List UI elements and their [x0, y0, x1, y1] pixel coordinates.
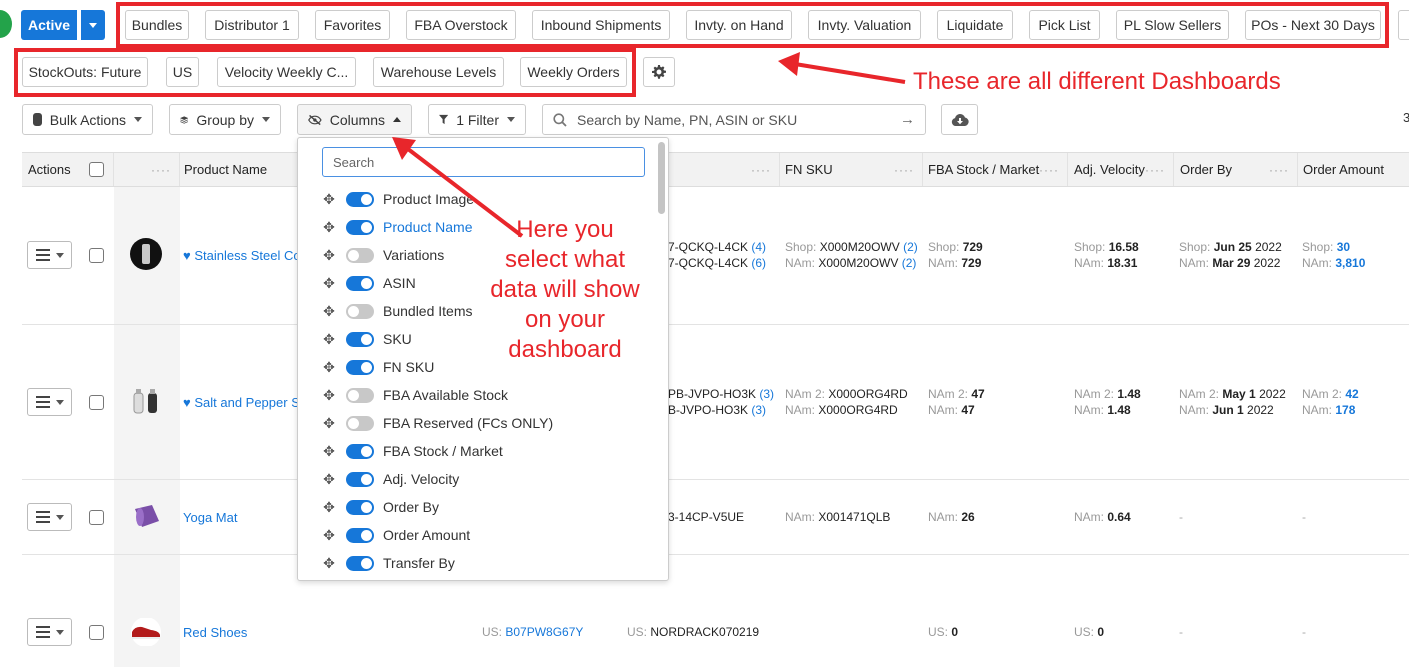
annotation-arrows [392, 52, 906, 238]
arrow-to-dashboards [794, 62, 906, 84]
arrowhead-columns [392, 137, 416, 160]
inventory-dashboard-page: Active Bundles Distributor 1 Favorites F… [0, 0, 1409, 667]
arrow-to-columns [406, 147, 524, 238]
arrowhead-dashboards [778, 52, 800, 76]
